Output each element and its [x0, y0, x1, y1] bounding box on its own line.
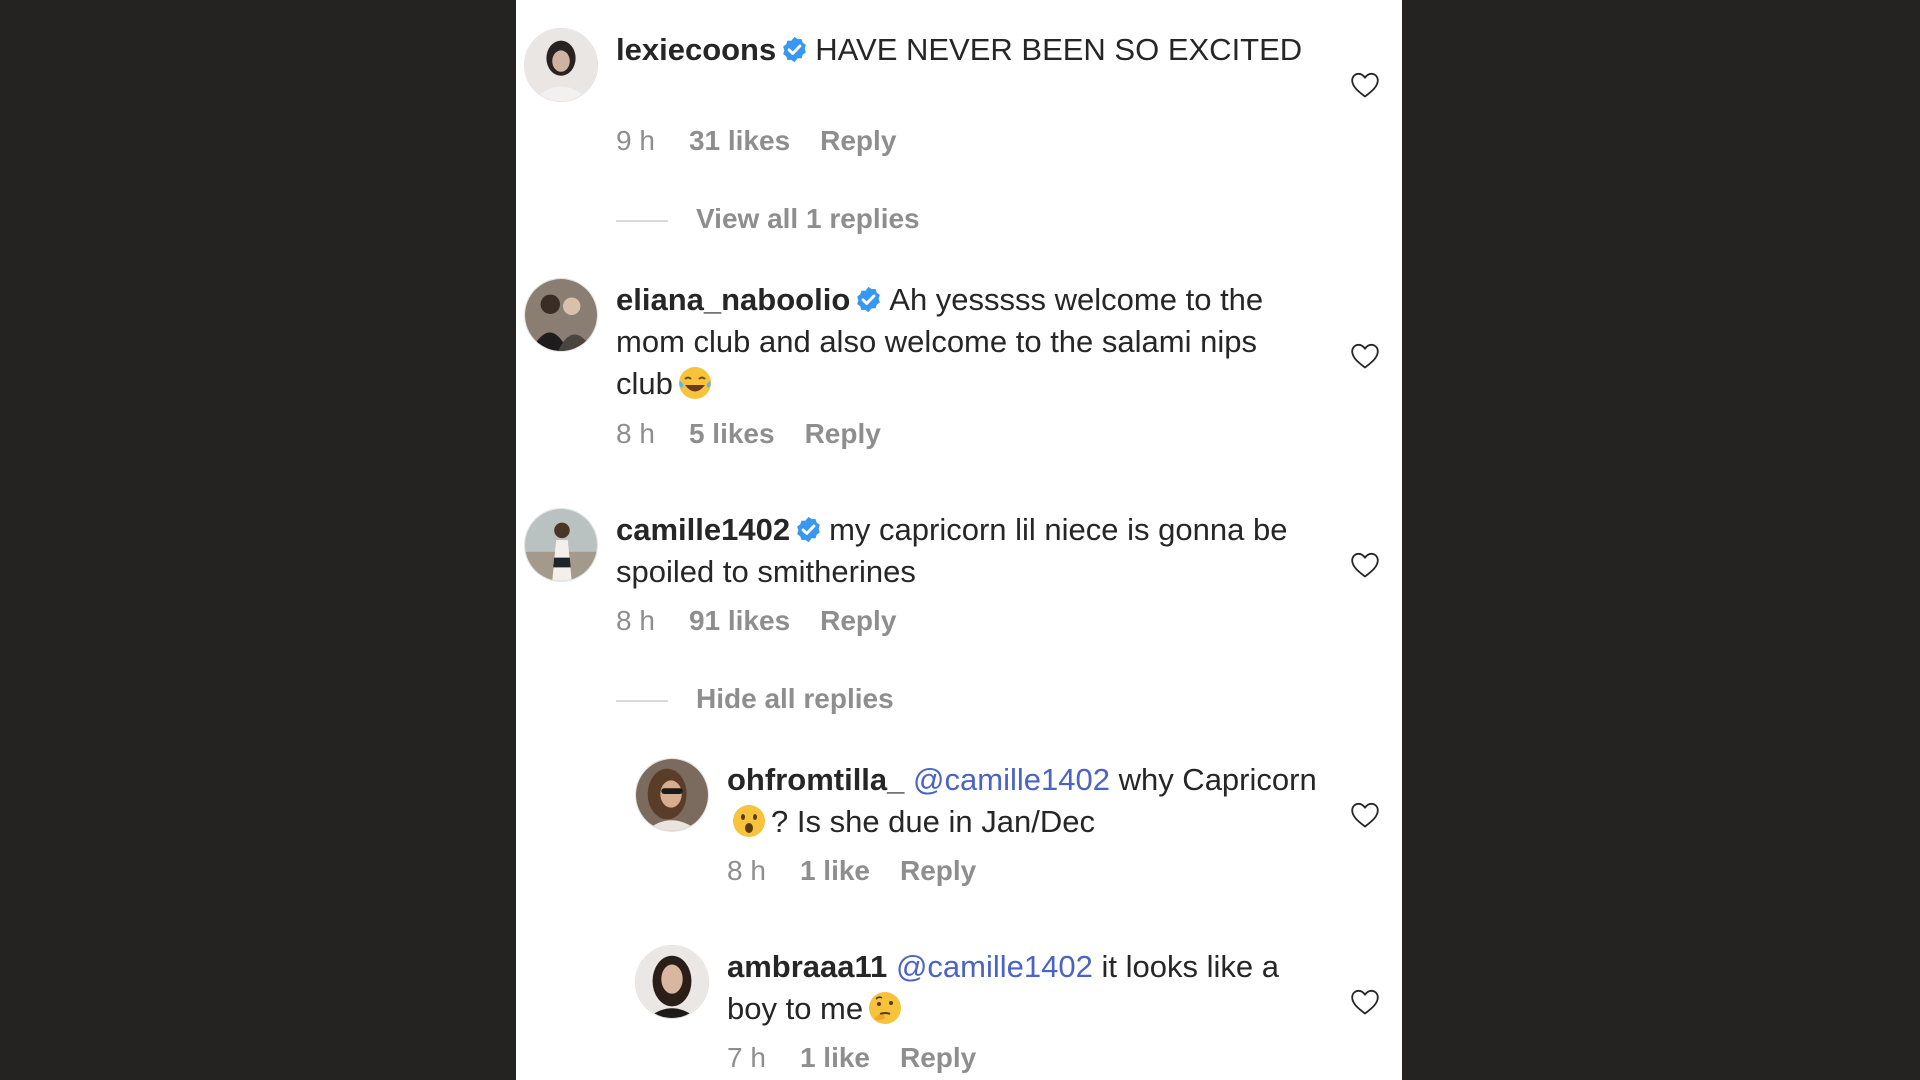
heart-outline-icon[interactable] [1350, 342, 1380, 370]
timestamp: 8 h [616, 418, 655, 449]
timestamp: 9 h [616, 125, 655, 156]
comment-meta: 8 h 91 likes Reply [616, 604, 896, 638]
comment-body-rest: ? Is she due in Jan/Dec [771, 804, 1095, 839]
comment-text: ohfromtilla_ @camille1402 why Capricorn?… [727, 759, 1317, 843]
avatar[interactable] [524, 278, 598, 352]
likes-count[interactable]: 31 likes [689, 124, 790, 158]
avatar[interactable] [635, 945, 709, 1019]
verified-badge-icon [780, 35, 809, 64]
heart-outline-icon[interactable] [1350, 988, 1380, 1016]
username[interactable]: ambraaa11 [727, 949, 887, 984]
username[interactable]: camille1402 [616, 512, 790, 547]
laughing-tears-emoji [676, 364, 714, 402]
avatar[interactable] [524, 508, 598, 582]
mention-link[interactable]: @camille1402 [896, 949, 1093, 984]
username[interactable]: lexiecoons [616, 32, 776, 67]
thinking-face-emoji [866, 989, 904, 1027]
reply-button[interactable]: Reply [820, 124, 896, 158]
likes-count[interactable]: 1 like [800, 854, 870, 888]
surprised-face-emoji [730, 802, 768, 840]
heart-outline-icon[interactable] [1350, 71, 1380, 99]
likes-count[interactable]: 5 likes [689, 417, 775, 451]
thread-line [616, 699, 668, 702]
comment-text: lexiecoons HAVE NEVER BEEN SO EXCITED [616, 29, 1316, 71]
username[interactable]: eliana_naboolio [616, 282, 850, 317]
comment-meta: 8 h 1 like Reply [727, 854, 976, 888]
avatar[interactable] [635, 758, 709, 832]
verified-badge-icon [794, 515, 823, 544]
reply-button[interactable]: Reply [900, 1041, 976, 1075]
view-replies-label: View all 1 replies [696, 203, 920, 234]
mention-link[interactable]: @camille1402 [913, 762, 1110, 797]
verified-badge-icon [854, 285, 883, 314]
thread-line [616, 219, 668, 222]
comment-body: HAVE NEVER BEEN SO EXCITED [815, 32, 1303, 67]
comment-body: why Capricorn [1118, 762, 1317, 797]
comment-text: ambraaa11 @camille1402 it looks like a b… [727, 946, 1317, 1030]
reply-button[interactable]: Reply [805, 417, 881, 451]
username[interactable]: ohfromtilla_ [727, 762, 904, 797]
heart-outline-icon[interactable] [1350, 551, 1380, 579]
hide-replies-label: Hide all replies [696, 683, 894, 714]
comments-panel: lexiecoons HAVE NEVER BEEN SO EXCITED 9 h… [516, 0, 1402, 1080]
reply-button[interactable]: Reply [820, 604, 896, 638]
heart-outline-icon[interactable] [1350, 801, 1380, 829]
hide-replies-button[interactable]: Hide all replies [616, 682, 894, 716]
reply-button[interactable]: Reply [900, 854, 976, 888]
view-replies-button[interactable]: View all 1 replies [616, 202, 920, 236]
timestamp: 8 h [727, 855, 766, 886]
comment-text: camille1402 my capricorn lil niece is gon… [616, 509, 1316, 593]
timestamp: 8 h [616, 605, 655, 636]
likes-count[interactable]: 91 likes [689, 604, 790, 638]
avatar[interactable] [524, 28, 598, 102]
comment-text: eliana_naboolio Ah yesssss welcome to the… [616, 279, 1316, 405]
comment-meta: 9 h 31 likes Reply [616, 124, 896, 158]
likes-count[interactable]: 1 like [800, 1041, 870, 1075]
timestamp: 7 h [727, 1042, 766, 1073]
comment-meta: 7 h 1 like Reply [727, 1041, 976, 1075]
comment-meta: 8 h 5 likes Reply [616, 417, 881, 451]
